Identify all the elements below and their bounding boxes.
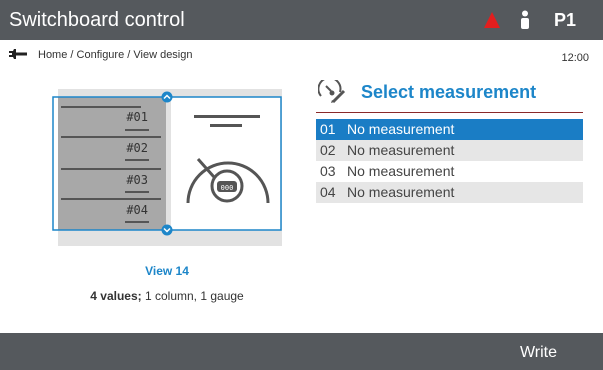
breadcrumb-bar: Home / Configure / View design 12:00 (0, 40, 603, 74)
title-bar: Switchboard control P1 (0, 0, 603, 40)
app-title: Switchboard control (9, 9, 185, 31)
measurement-item[interactable]: 04 No measurement (316, 182, 583, 203)
slot-label-3: #03 (126, 173, 148, 187)
panel-id: P1 (554, 10, 577, 30)
clock: 12:00 (561, 52, 589, 64)
slot-label-4: #04 (126, 203, 148, 217)
title-divider (316, 112, 583, 113)
write-button[interactable]: Write (520, 343, 557, 362)
measurement-number: 02 (320, 142, 336, 158)
footer-bar: Write (0, 333, 603, 370)
measurement-item[interactable]: 01 No measurement (316, 119, 583, 140)
measurement-item[interactable]: 03 No measurement (316, 161, 583, 182)
user-icon[interactable] (518, 10, 532, 30)
view-summary-count: 4 values; (90, 289, 142, 303)
measurement-number: 04 (320, 184, 336, 200)
preview-left-column (58, 97, 166, 230)
measurement-number: 03 (320, 163, 336, 179)
gauge-display: 000 (221, 184, 234, 192)
gauge-pen-icon (318, 80, 346, 104)
breadcrumb[interactable]: Home / Configure / View design (38, 49, 193, 62)
slot-label-2: #02 (126, 141, 148, 155)
view-name: View 14 (145, 264, 189, 278)
warning-triangle-icon[interactable] (483, 11, 501, 29)
measurement-label: No measurement (347, 121, 455, 137)
wrench-icon (9, 49, 27, 59)
measurement-item[interactable]: 02 No measurement (316, 140, 583, 161)
measurement-number: 01 (320, 121, 336, 137)
scroll-down-icon (161, 224, 173, 236)
measurement-label: No measurement (347, 142, 455, 158)
measurement-label: No measurement (347, 184, 455, 200)
scroll-up-icon (161, 91, 173, 103)
measurement-list: 01 No measurement 02 No measurement 03 N… (316, 119, 583, 203)
slot-label-1: #01 (126, 110, 148, 124)
view-summary: 4 values; 1 column, 1 gauge (52, 289, 282, 303)
view-preview[interactable]: #01 #02 #03 #04 000 (52, 86, 282, 246)
measurement-label: No measurement (347, 163, 455, 179)
view-summary-detail: 1 column, 1 gauge (141, 289, 244, 303)
select-measurement-title: Select measurement (361, 82, 537, 102)
